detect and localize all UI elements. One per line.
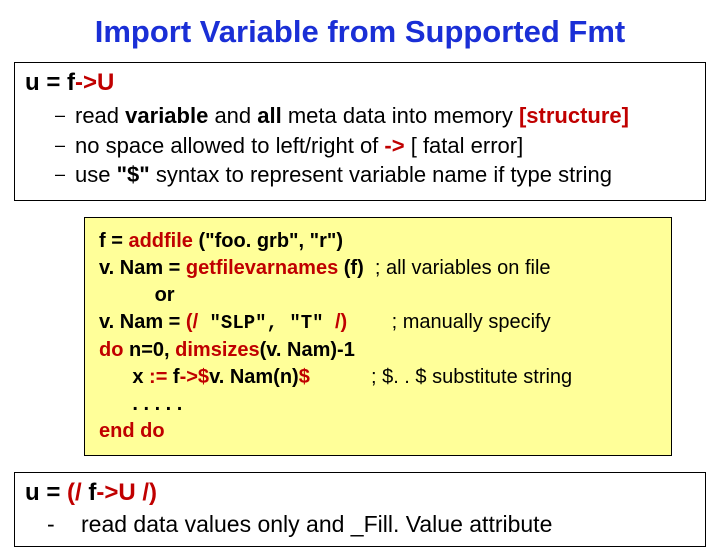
syntax-box-1: u = f->U – read variable and all meta da… (14, 62, 706, 201)
bullet-dash: – (55, 131, 75, 157)
code-line-8: end do (99, 418, 657, 445)
code-line-5: do n=0, dimsizes(v. Nam)-1 (99, 337, 657, 364)
code-line-6: x := f->$v. Nam(n)$ ; $. . $ substitute … (99, 364, 657, 391)
bullet-dash: – (55, 160, 75, 186)
slide-title: Import Variable from Supported Fmt (12, 14, 708, 50)
syntax-box-2: u = (/ f->U /) - read data values only a… (14, 472, 706, 547)
code-example-box: f = addfile ("foo. grb", "r") v. Nam = g… (84, 217, 672, 456)
bullet-3: – use "$" syntax to represent variable n… (55, 160, 695, 190)
bullet-1: – read variable and all meta data into m… (55, 101, 695, 131)
sub-bullet: - read data values only and _Fill. Value… (47, 511, 695, 538)
code-line-3: or (99, 282, 657, 309)
bullet-list-1: – read variable and all meta data into m… (55, 101, 695, 190)
code-line-1: f = addfile ("foo. grb", "r") (99, 228, 657, 255)
expr-u-equals-fU: u = f->U (25, 69, 695, 97)
code-line-2: v. Nam = getfilevarnames (f) ; all varia… (99, 255, 657, 282)
bullet-dash: - (47, 511, 81, 538)
sub-bullet-text: read data values only and _Fill. Value a… (81, 511, 552, 538)
bullet-dash: – (55, 101, 75, 127)
code-line-7: . . . . . (99, 391, 657, 418)
expr-u-equals-slash: u = (/ f->U /) (25, 479, 695, 507)
code-line-4: v. Nam = (/ "SLP", "T" /) ; manually spe… (99, 309, 657, 337)
bullet-2: – no space allowed to left/right of -> [… (55, 131, 695, 161)
